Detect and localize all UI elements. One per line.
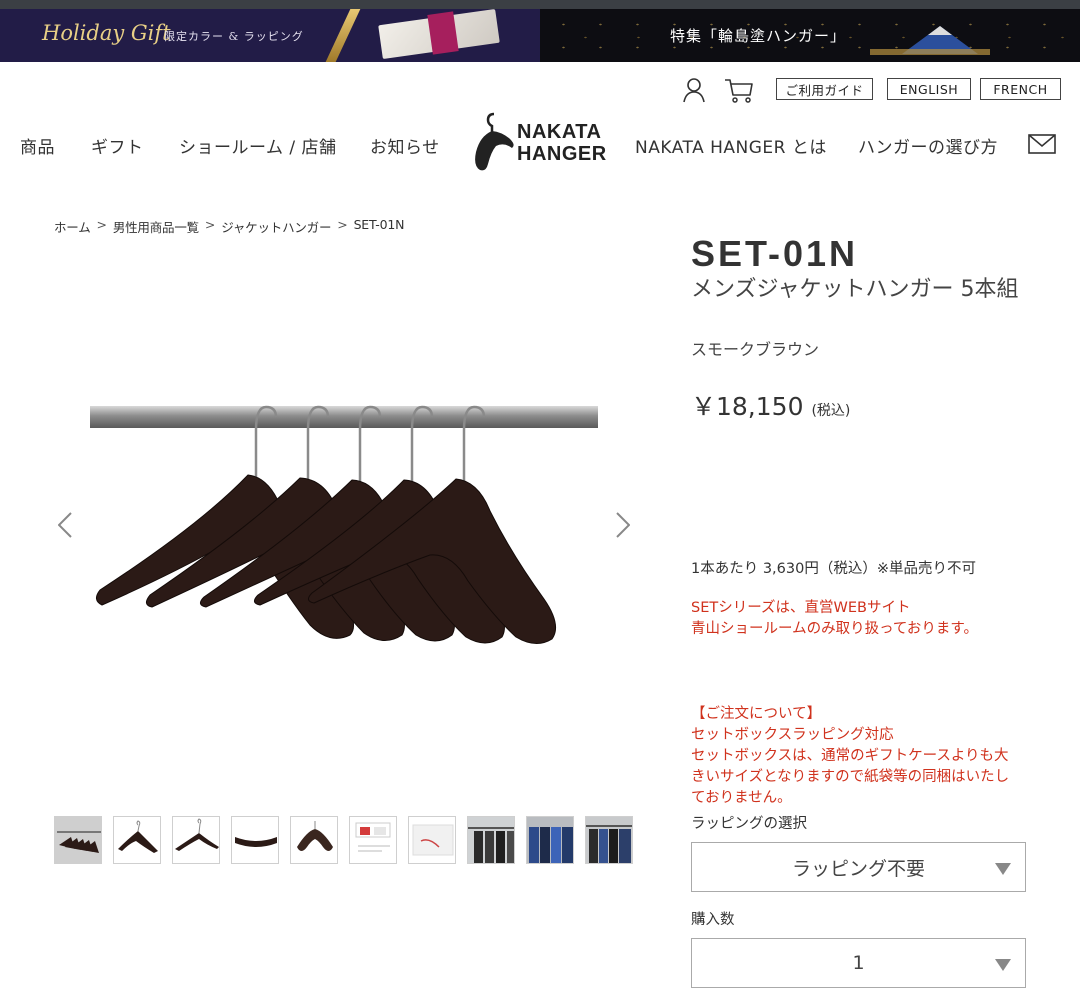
thumbnail-8-image	[468, 817, 514, 863]
price-tax-note: (税込)	[811, 403, 851, 419]
holiday-gift-title: Holiday Gift	[42, 21, 171, 45]
hanger-logo-icon	[475, 112, 514, 171]
utility-bar: ご利用ガイド ENGLISH FRENCH	[0, 77, 1080, 103]
wajima-feature-banner[interactable]: 特集「輪島塗ハンガー」	[540, 9, 1080, 62]
gold-cloud-decoration	[870, 49, 990, 55]
thumbnail-6[interactable]	[349, 816, 397, 864]
product-color: スモークブラウン	[691, 340, 820, 359]
breadcrumb-separator: >	[96, 217, 107, 232]
thumbnail-7[interactable]	[408, 816, 456, 864]
holiday-gift-banner[interactable]: Holiday Gift 限定カラー & ラッピング	[0, 9, 540, 62]
breadcrumb-jacket-hanger[interactable]: ジャケットハンガー	[221, 217, 331, 236]
order-notice-line-2: セットボックスは、通常のギフトケースよりも大きいサイズとなりますので紙袋等の同梱…	[691, 748, 1010, 806]
product-name: メンズジャケットハンガー 5本組	[691, 277, 1019, 302]
nav-item-products[interactable]: 商品	[20, 133, 55, 158]
quantity-label: 購入数	[691, 912, 735, 928]
thumbnail-9[interactable]	[526, 816, 574, 864]
breadcrumb-mens-products[interactable]: 男性用商品一覧	[113, 217, 199, 236]
wajima-feature-title: 特集「輪島塗ハンガー」	[670, 27, 847, 45]
breadcrumb: ホーム > 男性用商品一覧 > ジャケットハンガー > SET-01N	[54, 217, 404, 236]
cart-icon[interactable]	[724, 78, 754, 103]
dropdown-triangle-icon	[995, 959, 1011, 971]
french-button[interactable]: FRENCH	[980, 78, 1061, 100]
wrapping-select[interactable]: ラッピング不要	[691, 842, 1026, 892]
nakata-hanger-logo[interactable]: NAKATA HANGER	[470, 112, 610, 172]
thumbnail-strip	[54, 816, 633, 864]
wrapping-label: ラッピングの選択	[691, 816, 807, 832]
holiday-gift-subtitle: 限定カラー & ラッピング	[164, 30, 304, 43]
price-value: ￥18,150	[691, 392, 804, 421]
quantity-selected-value: 1	[852, 952, 865, 974]
breadcrumb-separator: >	[204, 217, 216, 232]
thumbnail-10[interactable]	[585, 816, 633, 864]
english-button[interactable]: ENGLISH	[887, 78, 971, 100]
top-strip	[0, 0, 1080, 9]
nav-item-how-to-choose[interactable]: ハンガーの選び方	[858, 133, 998, 158]
set-notice-line-1: SETシリーズは、直営WEBサイト	[691, 600, 911, 616]
gold-stripe-decoration	[325, 9, 361, 62]
thumbnail-4-image	[235, 837, 277, 847]
logo-wordmark: NAKATA HANGER	[517, 121, 607, 165]
quantity-select[interactable]: 1	[691, 938, 1026, 988]
product-main-image	[90, 405, 598, 644]
unit-price-note: 1本あたり 3,630円（税込）※単品売り不可	[691, 561, 976, 577]
dropdown-triangle-icon	[995, 863, 1011, 875]
order-notice-line-1: セットボックスラッピング対応	[691, 727, 894, 743]
gallery-prev-arrow-icon[interactable]	[58, 512, 72, 538]
thumbnail-1[interactable]	[54, 816, 102, 864]
product-price: ￥18,150 (税込)	[691, 387, 850, 423]
thumbnail-8[interactable]	[467, 816, 515, 864]
order-notice: 【ご注文について】 セットボックスラッピング対応 セットボックスは、通常のギフト…	[691, 704, 1021, 809]
nav-item-gift[interactable]: ギフト	[91, 133, 144, 158]
breadcrumb-separator: >	[337, 217, 348, 232]
nav-item-about[interactable]: NAKATA HANGER とは	[635, 133, 827, 158]
thumbnail-6-image	[355, 822, 391, 852]
user-account-icon[interactable]	[682, 77, 706, 103]
nav-item-showroom[interactable]: ショールーム / 店舗	[179, 133, 337, 158]
thumbnail-9-image	[527, 817, 573, 863]
thumbnail-1-image	[57, 831, 101, 853]
set-series-notice: SETシリーズは、直営WEBサイト 青山ショールームのみ取り扱っております。	[691, 598, 978, 640]
mail-icon[interactable]	[1028, 133, 1056, 155]
fuji-snowcap-image	[928, 26, 952, 35]
thumbnail-10-image	[586, 817, 632, 863]
thumbnail-4[interactable]	[231, 816, 279, 864]
logo-line-1: NAKATA	[517, 121, 602, 143]
thumbnail-7-image	[412, 824, 454, 856]
breadcrumb-home[interactable]: ホーム	[54, 217, 91, 236]
wrapping-selected-value: ラッピング不要	[791, 857, 925, 880]
promo-banner: Holiday Gift 限定カラー & ラッピング 特集「輪島塗ハンガー」	[0, 9, 1080, 62]
set-notice-line-2: 青山ショールームのみ取り扱っております。	[691, 621, 978, 637]
gift-ribbon-image	[427, 11, 459, 55]
thumbnail-5-image	[297, 821, 333, 851]
thumbnail-2-image	[118, 820, 158, 853]
thumbnail-3[interactable]	[172, 816, 220, 864]
gallery-next-arrow-icon[interactable]	[616, 512, 630, 538]
logo-line-2: HANGER	[517, 143, 607, 165]
order-notice-title: 【ご注文について】	[691, 706, 822, 722]
breadcrumb-current: SET-01N	[353, 217, 405, 232]
nav-item-news[interactable]: お知らせ	[370, 133, 440, 158]
thumbnail-3-image	[175, 818, 219, 851]
thumbnail-2[interactable]	[113, 816, 161, 864]
usage-guide-button[interactable]: ご利用ガイド	[776, 78, 873, 100]
product-code: SET-01N	[691, 233, 859, 274]
thumbnail-5[interactable]	[290, 816, 338, 864]
